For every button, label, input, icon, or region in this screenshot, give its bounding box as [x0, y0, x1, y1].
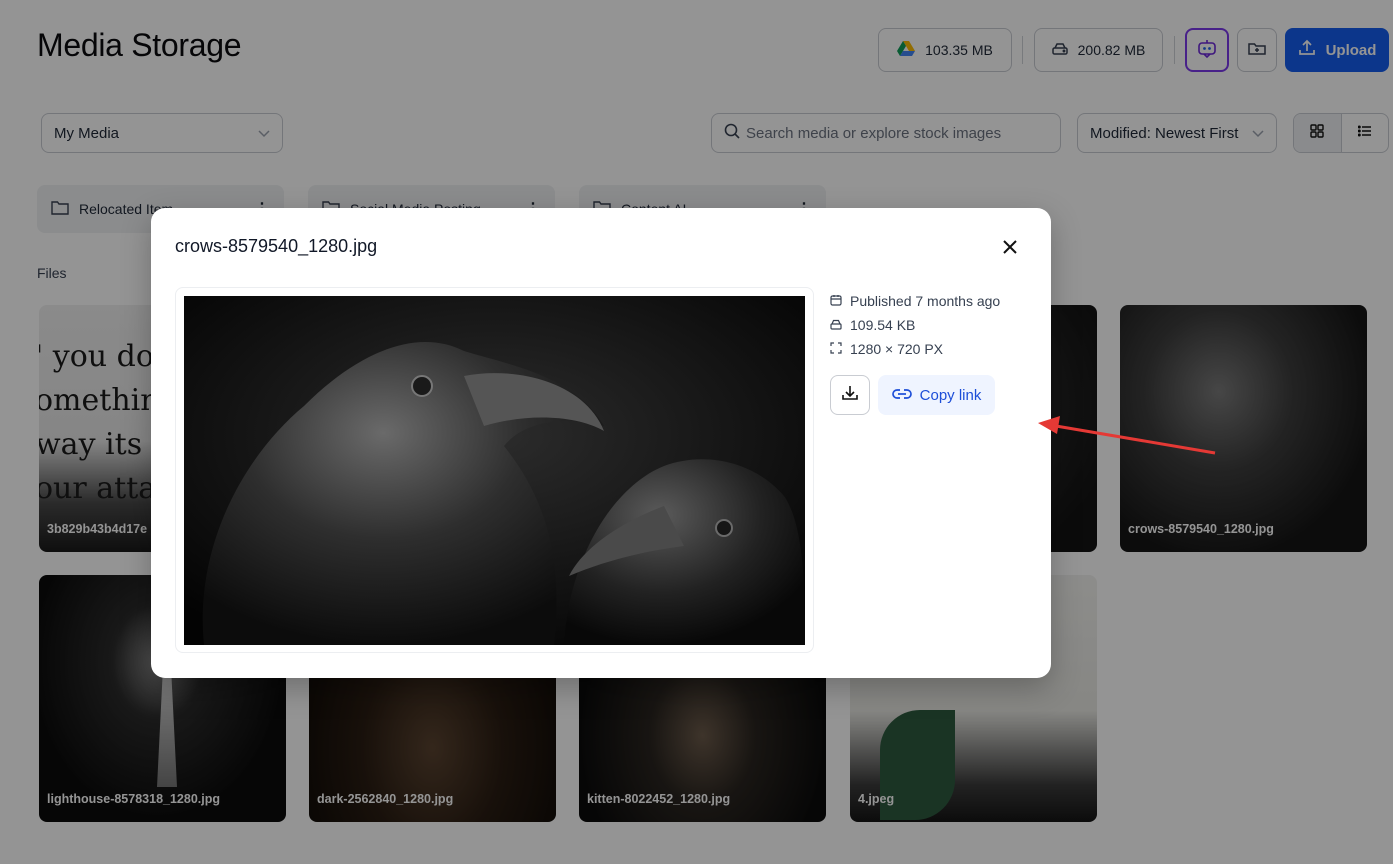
crows-image — [184, 296, 805, 645]
file-size-text: 109.54 KB — [850, 317, 916, 333]
close-button[interactable] — [997, 236, 1023, 262]
modal-title: crows-8579540_1280.jpg — [175, 236, 378, 256]
calendar-icon — [830, 293, 842, 309]
image-preview — [184, 296, 805, 645]
download-icon — [841, 384, 859, 407]
link-icon — [891, 387, 912, 404]
copy-link-label: Copy link — [919, 386, 982, 404]
dimensions-text: 1280 × 720 PX — [850, 341, 944, 357]
published-text: Published 7 months ago — [850, 293, 1001, 309]
copy-link-button[interactable]: Copy link — [878, 375, 995, 415]
close-icon — [1003, 239, 1017, 259]
file-preview-modal: crows-8579540_1280.jpg Published 7 month… — [151, 208, 1051, 678]
preview-frame — [175, 287, 814, 653]
published-info: Published 7 months ago — [830, 293, 1000, 309]
file-size-info: 109.54 KB — [830, 317, 915, 333]
dimensions-info: 1280 × 720 PX — [830, 341, 943, 357]
download-button[interactable] — [830, 375, 870, 415]
dimensions-icon — [830, 341, 842, 357]
hard-drive-icon — [830, 317, 842, 333]
